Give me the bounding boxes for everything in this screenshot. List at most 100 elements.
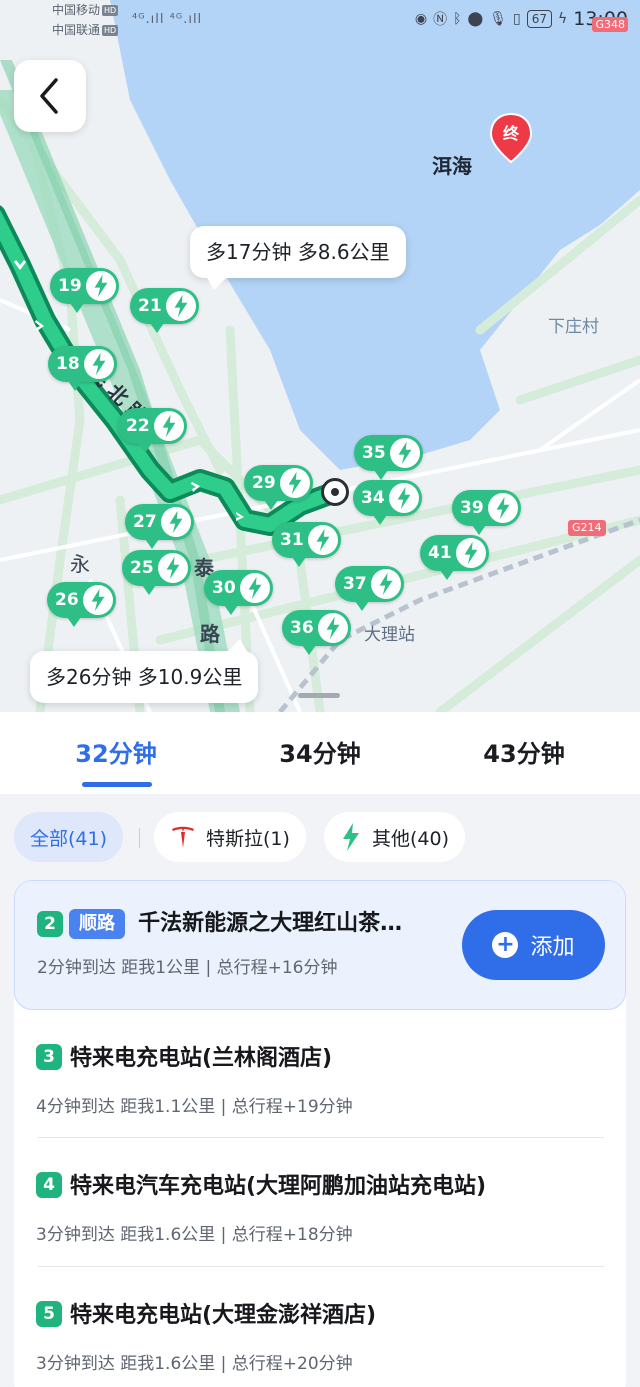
filter-chip-all[interactable]: 全部(41) [14, 812, 124, 862]
tab-route-1[interactable]: 32分钟 [36, 734, 196, 769]
tab-route-2[interactable]: 34分钟 [240, 734, 400, 769]
charger-marker-26[interactable]: 26 [47, 582, 116, 627]
tesla-logo-icon [170, 824, 196, 850]
filter-chip-other[interactable]: 其他(40) [324, 812, 466, 862]
panel-drag-handle[interactable] [298, 693, 340, 698]
filter-chip-tesla-label: 特斯拉(1) [206, 827, 290, 850]
charger-marker-36[interactable]: 36 [282, 610, 351, 655]
status-bar: 中国移动 HD 中国联通 HD ⁴ᴳ.ıll ⁴ᴳ.ıll ◉ Ⓝ ᛒ ⬤ 🎙 ▯ … [0, 0, 640, 44]
station-meta: 3分钟到达 距我1.6公里 | 总行程+18分钟 [36, 1225, 353, 1245]
station-card-featured[interactable]: 2 顺路 千法新能源之大理红山茶… 2分钟到达 距我1公里 | 总行程+16分钟 … [14, 880, 626, 1010]
lightning-icon [240, 573, 270, 603]
destination-pin[interactable]: 终 [489, 112, 533, 164]
filter-divider [139, 828, 140, 848]
charger-marker-22[interactable]: 22 [118, 408, 187, 453]
route-tabs: 32分钟 34分钟 43分钟 [0, 712, 640, 794]
carrier-2-name: 中国联通 [52, 23, 101, 37]
charger-marker-number: 39 [460, 498, 484, 518]
lightning-icon [84, 349, 114, 379]
charger-marker-21[interactable]: 21 [130, 288, 199, 333]
lightning-icon [318, 613, 348, 643]
station-name: 千法新能源之大理红山茶… [138, 911, 403, 936]
hd-badge: HD [102, 5, 119, 16]
charging-icon: ϟ [557, 11, 568, 27]
route-alt-callout-bottom[interactable]: 多26分钟 多10.9公里 [30, 639, 259, 703]
lightning-icon [154, 411, 184, 441]
station-rank-badge: 3 [36, 1044, 62, 1070]
chevron-left-icon [40, 78, 58, 114]
road-label-yong: 永 [70, 552, 90, 576]
charger-marker-number: 26 [55, 590, 79, 610]
charger-marker-number: 18 [56, 354, 80, 374]
lightning-icon [166, 291, 196, 321]
eye-icon: ◉ [414, 11, 428, 27]
station-meta: 2分钟到达 距我1公里 | 总行程+16分钟 [37, 958, 338, 978]
filter-chip-tesla[interactable]: 特斯拉(1) [154, 812, 306, 862]
tab-route-3[interactable]: 43分钟 [444, 734, 604, 769]
route-current-position-dot [321, 478, 349, 506]
charger-marker-39[interactable]: 39 [452, 490, 521, 535]
back-button[interactable] [14, 60, 86, 132]
location-icon: ⬤ [467, 11, 484, 27]
charger-marker-number: 22 [126, 416, 150, 436]
charger-marker-number: 29 [252, 473, 276, 493]
map-view[interactable]: 终 洱海 下庄村 人民北路 泰 路 永 大理站 G214 多17分钟 多8.6公… [0, 0, 640, 712]
charger-marker-19[interactable]: 19 [50, 268, 119, 313]
charger-marker-34[interactable]: 34 [353, 480, 422, 525]
village-label: 下庄村 [548, 317, 599, 337]
signal-icons: ⁴ᴳ.ıll ⁴ᴳ.ıll [132, 12, 203, 27]
station-row[interactable]: 4 特来电汽车充电站(大理阿鹏加油站充电站) 3分钟到达 距我1.6公里 | 总… [14, 1138, 626, 1266]
station-row[interactable]: 5 特来电充电站(大理金澎祥酒店) 3分钟到达 距我1.6公里 | 总行程+20… [14, 1267, 626, 1387]
lightning-icon [83, 585, 113, 615]
station-rank-badge: 4 [36, 1172, 62, 1198]
train-station-label: 大理站 [364, 625, 415, 645]
lightning-icon [158, 553, 188, 583]
station-rank-badge: 5 [36, 1301, 62, 1327]
highway-badge: G214 [568, 520, 606, 536]
vibrate-icon: ▯ [512, 11, 521, 27]
charger-marker-number: 27 [133, 512, 157, 532]
microphone-icon: 🎙 [489, 11, 507, 27]
add-station-button[interactable]: + 添加 [462, 910, 605, 980]
lightning-icon [389, 483, 419, 513]
charger-marker-number: 30 [212, 578, 236, 598]
add-station-button-label: 添加 [530, 935, 575, 960]
charger-marker-18[interactable]: 18 [48, 346, 117, 391]
station-name: 特来电充电站(兰林阁酒店) [70, 1046, 333, 1071]
station-title-row: 2 顺路 千法新能源之大理红山茶… [37, 903, 402, 939]
charger-marker-number: 37 [343, 574, 367, 594]
charger-marker-number: 25 [130, 558, 154, 578]
station-row[interactable]: 3 特来电充电站(兰林阁酒店) 4分钟到达 距我1.1公里 | 总行程+19分钟 [14, 1010, 626, 1138]
lightning-icon [390, 438, 420, 468]
charger-marker-30[interactable]: 30 [204, 570, 273, 615]
charger-marker-35[interactable]: 35 [354, 435, 423, 480]
charger-marker-31[interactable]: 31 [272, 522, 341, 567]
lightning-icon [308, 525, 338, 555]
station-meta: 4分钟到达 距我1.1公里 | 总行程+19分钟 [36, 1097, 353, 1117]
carrier-1-name: 中国移动 [52, 3, 101, 17]
charger-marker-37[interactable]: 37 [335, 566, 404, 611]
route-alt-callout-top[interactable]: 多17分钟 多8.6公里 [190, 226, 406, 290]
charger-marker-25[interactable]: 25 [122, 550, 191, 595]
filter-chip-all-label: 全部(41) [30, 827, 108, 850]
lightning-icon [86, 271, 116, 301]
charger-marker-number: 36 [290, 618, 314, 638]
station-name: 特来电充电站(大理金澎祥酒店) [70, 1303, 377, 1328]
charger-marker-41[interactable]: 41 [420, 535, 489, 580]
station-name: 特来电汽车充电站(大理阿鹏加油站充电站) [70, 1174, 487, 1199]
lightning-icon [280, 468, 310, 498]
charger-marker-29[interactable]: 29 [244, 465, 313, 510]
filter-bar: 全部(41) 特斯拉(1) 其他(40) [0, 794, 640, 880]
lightning-icon [371, 569, 401, 599]
lightning-icon [488, 493, 518, 523]
charger-marker-27[interactable]: 27 [125, 504, 194, 549]
lightning-icon [161, 507, 191, 537]
on-route-tag: 顺路 [69, 908, 125, 939]
charger-marker-number: 19 [58, 276, 82, 296]
charger-marker-number: 34 [361, 488, 385, 508]
lightning-icon [456, 538, 486, 568]
nfc-icon: Ⓝ [433, 12, 448, 28]
destination-pin-label: 终 [502, 124, 519, 143]
tab-active-indicator [82, 782, 152, 787]
carrier-1: 中国移动 HD [52, 3, 119, 17]
